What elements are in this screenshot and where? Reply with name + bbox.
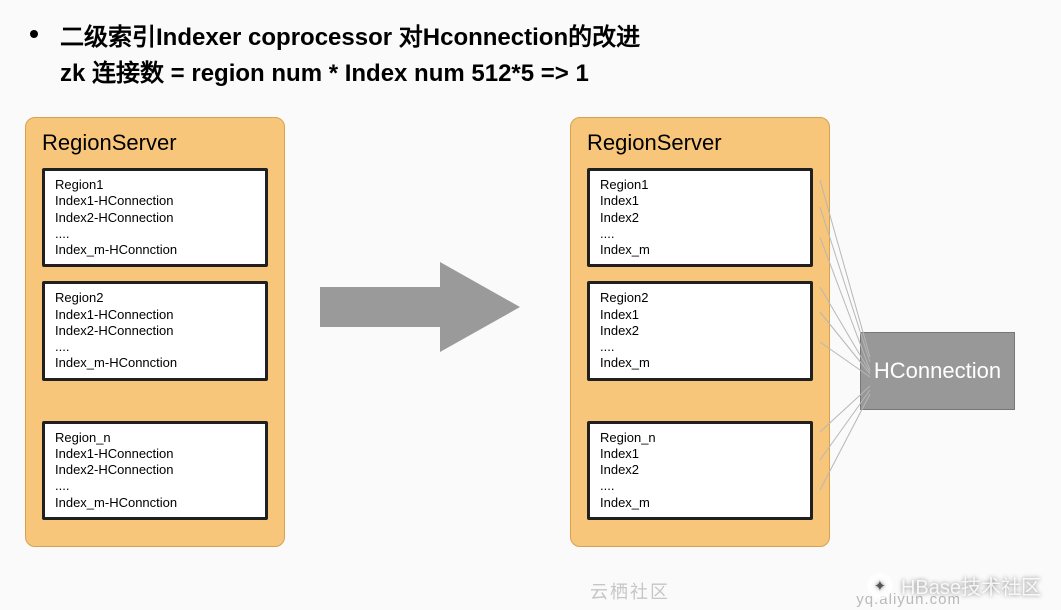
heading-line-2: zk 连接数 = region num * Index num 512*5 =>… bbox=[60, 56, 1021, 92]
watermark-brand: ✦ HBase技术社区 bbox=[867, 571, 1041, 600]
region-box-right-1: Region1 Index1 Index2 .... Index_m bbox=[587, 168, 813, 267]
slide-heading: 二级索引Indexer coprocessor 对Hconnection的改进 … bbox=[0, 0, 1061, 102]
region-box-left-2: Region2 Index1-HConnection Index2-HConne… bbox=[42, 281, 268, 380]
hconnection-label: HConnection bbox=[874, 358, 1001, 384]
region-server-before: RegionServer Region1 Index1-HConnection … bbox=[25, 117, 285, 547]
region-box-right-2: Region2 Index1 Index2 .... Index_m bbox=[587, 281, 813, 380]
bullet-icon bbox=[30, 30, 38, 38]
heading-line-1: 二级索引Indexer coprocessor 对Hconnection的改进 bbox=[60, 20, 1021, 56]
region-box-right-n: Region_n Index1 Index2 .... Index_m bbox=[587, 421, 813, 520]
region-box-left-n: Region_n Index1-HConnection Index2-HConn… bbox=[42, 421, 268, 520]
watermark-left: 云栖社区 bbox=[590, 578, 670, 604]
region-server-title-right: RegionServer bbox=[587, 130, 813, 156]
hconnection-box: HConnection bbox=[860, 332, 1015, 410]
region-server-title-left: RegionServer bbox=[42, 130, 268, 156]
region-box-left-1: Region1 Index1-HConnection Index2-HConne… bbox=[42, 168, 268, 267]
transition-arrow-icon bbox=[320, 262, 520, 352]
region-server-after: RegionServer Region1 Index1 Index2 .... … bbox=[570, 117, 830, 547]
diagram-area: RegionServer Region1 Index1-HConnection … bbox=[0, 102, 1061, 572]
wechat-icon: ✦ bbox=[867, 573, 893, 599]
